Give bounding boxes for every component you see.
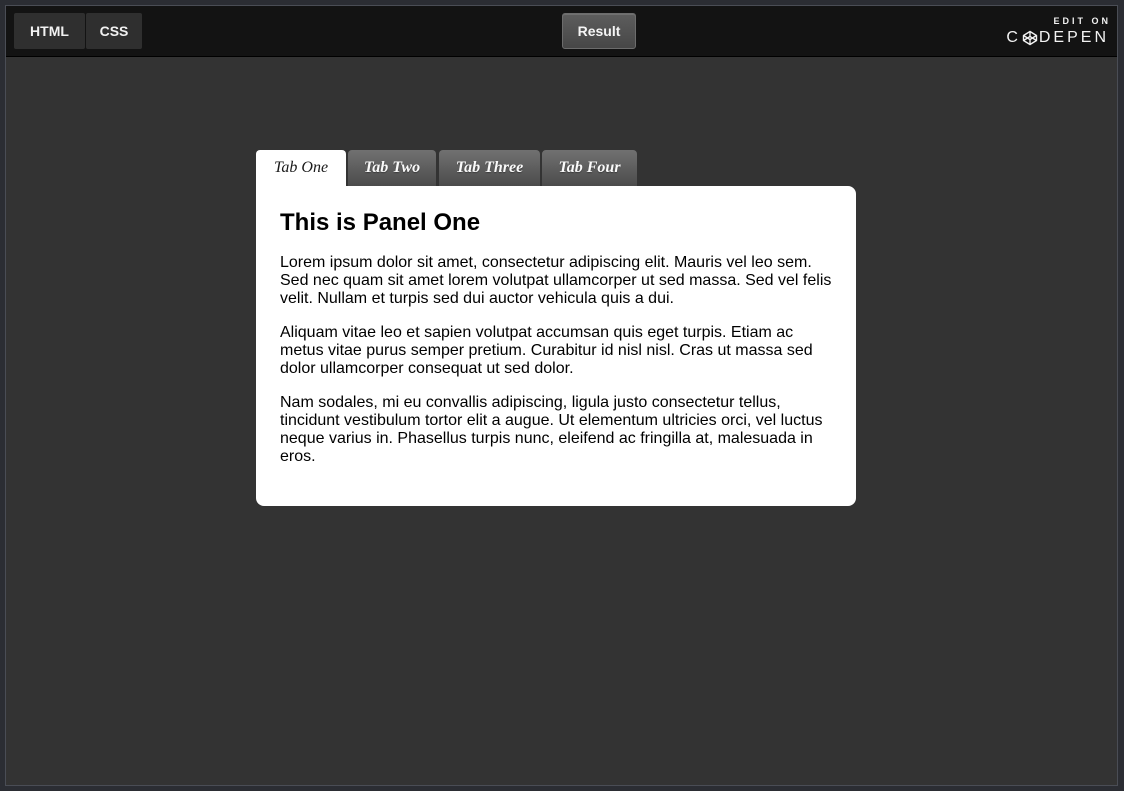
codepen-cube-icon	[1022, 30, 1038, 46]
editor-tabs: HTML CSS	[14, 13, 142, 49]
embed-toolbar: HTML CSS Result EDIT ON C DEPEN	[6, 6, 1117, 57]
panel-paragraph-3: Nam sodales, mi eu convallis adipiscing,…	[280, 394, 823, 465]
panel-title: This is Panel One	[280, 209, 481, 236]
html-tab-button[interactable]: HTML	[14, 13, 85, 49]
tab-two[interactable]: Tab Two	[348, 150, 436, 186]
tabs-widget: Tab One Tab Two Tab Three Tab Four This …	[256, 150, 856, 506]
tab-one[interactable]: Tab One	[256, 150, 346, 186]
codepen-brand-right: DEPEN	[1038, 29, 1109, 46]
codepen-brand-left: C	[1006, 29, 1021, 46]
panel-paragraph-1: Lorem ipsum dolor sit amet, consectetur …	[280, 254, 832, 307]
css-tab-button[interactable]: CSS	[86, 13, 142, 49]
result-tab-button[interactable]: Result	[562, 13, 636, 49]
panel-paragraph-2: Aliquam vitae leo et sapien volutpat acc…	[280, 324, 813, 377]
edit-on-label: EDIT ON	[1053, 16, 1111, 26]
tab-three[interactable]: Tab Three	[439, 150, 540, 186]
codepen-logo: C DEPEN	[1005, 28, 1109, 48]
tab-four[interactable]: Tab Four	[542, 150, 637, 186]
tab-panel-one: This is Panel One Lorem ipsum dolor sit …	[256, 186, 856, 506]
edit-on-codepen-link[interactable]: EDIT ON C DEPEN	[1005, 16, 1109, 48]
